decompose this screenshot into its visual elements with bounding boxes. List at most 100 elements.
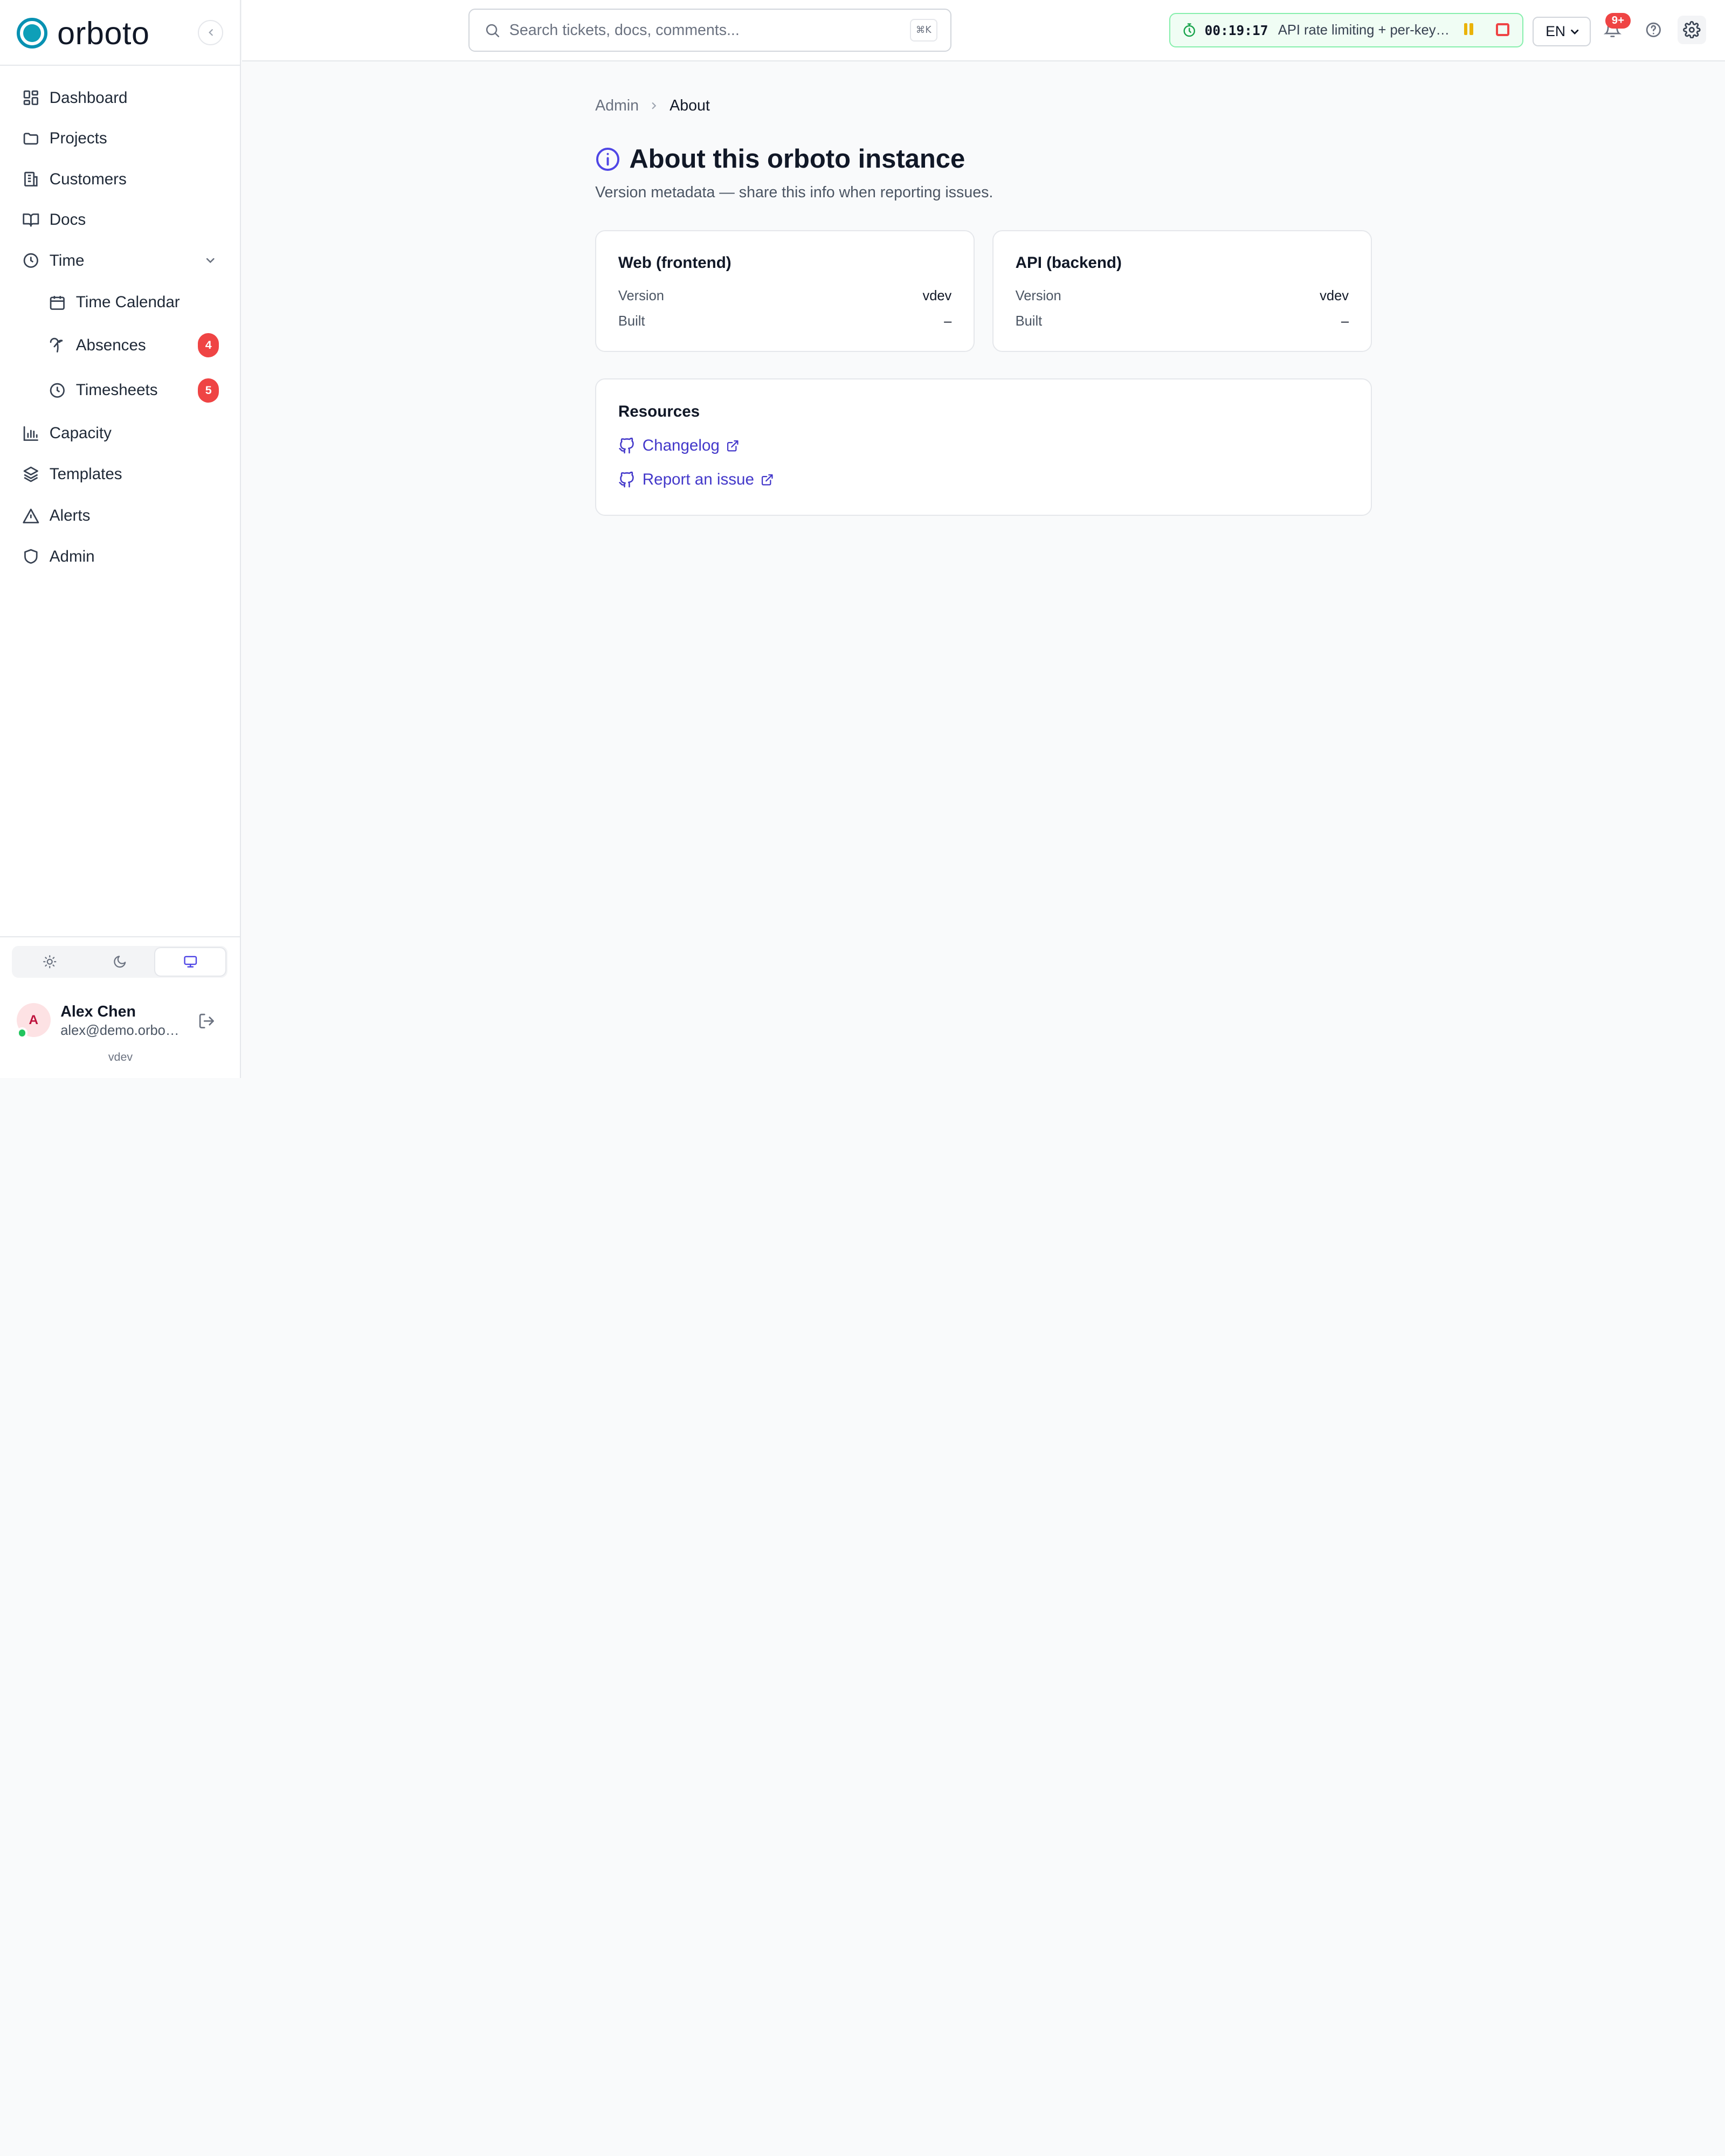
link-label: Changelog: [642, 437, 720, 455]
external-link-icon: [726, 439, 739, 452]
sidebar-item-templates[interactable]: Templates: [13, 455, 227, 493]
sidebar-item-timesheets[interactable]: Timesheets 5: [39, 372, 227, 409]
page-title: About this orboto instance: [595, 144, 965, 174]
sidebar-item-label: Time: [49, 251, 85, 270]
app-root: orboto Dashboard Projects Customers Docs…: [0, 0, 1725, 1078]
github-icon: [618, 437, 635, 454]
theme-system-button[interactable]: [155, 948, 226, 976]
sidebar-item-dashboard[interactable]: Dashboard: [13, 79, 227, 116]
sidebar-item-label: Admin: [49, 547, 95, 565]
breadcrumb-current: About: [670, 96, 710, 114]
sidebar-item-time[interactable]: Time: [13, 242, 227, 279]
sidebar-item-alerts[interactable]: Alerts: [13, 497, 227, 534]
logout-icon: [199, 1013, 215, 1028]
web-frontend-card: Web (frontend) Version vdev Built –: [595, 230, 975, 353]
link-label: Report an issue: [642, 471, 754, 489]
sidebar-item-label: Time Calendar: [75, 293, 180, 312]
help-button[interactable]: [1645, 21, 1662, 39]
theme-light-button[interactable]: [15, 948, 85, 976]
github-icon: [618, 472, 635, 488]
clock-icon: [49, 382, 66, 399]
timesheets-count-badge: 5: [198, 378, 219, 403]
running-timer[interactable]: 00:19:17 API rate limiting + per-key quo…: [1169, 13, 1524, 47]
card-title: API (backend): [1015, 254, 1122, 272]
book-icon: [22, 211, 40, 229]
online-status-dot: [16, 1027, 28, 1039]
sidebar-item-time-calendar[interactable]: Time Calendar: [39, 284, 227, 321]
chevron-down-icon: [204, 253, 217, 271]
page-subtitle: Version metadata — share this info when …: [595, 183, 993, 201]
language-value: EN: [1545, 23, 1566, 39]
sidebar-item-admin[interactable]: Admin: [13, 538, 227, 575]
sidebar-item-label: Absences: [75, 336, 146, 354]
api-backend-card: API (backend) Version vdev Built –: [992, 230, 1372, 353]
building-icon: [22, 170, 40, 188]
pause-timer-button[interactable]: [1464, 23, 1473, 36]
changelog-link[interactable]: Changelog: [618, 437, 740, 455]
global-search[interactable]: ⌘K: [468, 9, 952, 52]
search-input[interactable]: [509, 21, 895, 39]
resources-card: Resources Changelog Report an issue: [595, 378, 1372, 516]
folder-icon: [22, 130, 40, 148]
moon-icon: [114, 956, 126, 968]
brand-logo[interactable]: orboto: [16, 15, 150, 51]
sidebar-item-label: Projects: [49, 129, 107, 148]
user-name: Alex Chen: [60, 1003, 136, 1021]
sidebar-item-label: Docs: [49, 211, 86, 229]
sidebar: orboto Dashboard Projects Customers Docs…: [0, 0, 241, 1078]
chevron-down-icon: [1569, 25, 1581, 42]
shield-icon: [22, 548, 40, 565]
external-link-icon: [761, 473, 774, 486]
language-select[interactable]: EN: [1532, 16, 1591, 46]
breadcrumb: Admin About: [595, 97, 710, 115]
built-label: Built: [618, 313, 645, 329]
theme-switcher: [12, 946, 228, 978]
help-circle-icon: [1646, 22, 1661, 37]
sidebar-item-label: Templates: [49, 465, 122, 483]
settings-button[interactable]: [1678, 15, 1707, 44]
collapse-sidebar-button[interactable]: [198, 19, 224, 45]
logout-button[interactable]: [198, 1012, 216, 1034]
user-email: alex@demo.orboto.io: [60, 1022, 182, 1038]
search-shortcut-hint: ⌘K: [909, 18, 937, 42]
orboto-logo-icon: [16, 17, 47, 49]
chevron-right-icon: [648, 100, 659, 111]
sidebar-item-label: Dashboard: [49, 88, 128, 107]
dashboard-icon: [22, 89, 40, 107]
theme-dark-button[interactable]: [85, 948, 155, 976]
bar-chart-icon: [22, 425, 40, 443]
built-value: –: [1341, 313, 1349, 329]
sidebar-item-absences[interactable]: Absences 4: [39, 327, 227, 364]
notifications-badge: 9+: [1605, 13, 1631, 29]
user-profile[interactable]: A Alex Chen alex@demo.orboto.io: [16, 1003, 231, 1040]
web-built-row: Built –: [618, 314, 951, 329]
breadcrumb-admin-link[interactable]: Admin: [595, 97, 639, 115]
sidebar-item-label: Customers: [49, 170, 127, 188]
monitor-icon: [184, 956, 197, 968]
stopwatch-icon: [1182, 23, 1197, 38]
clock-icon: [22, 252, 40, 270]
built-value: –: [944, 313, 952, 329]
alert-triangle-icon: [22, 507, 40, 525]
version-value: vdev: [922, 288, 952, 303]
page-heading: About this orboto instance: [629, 144, 965, 174]
sun-icon: [43, 955, 56, 969]
sidebar-item-projects[interactable]: Projects: [13, 120, 227, 157]
sidebar-item-customers[interactable]: Customers: [13, 161, 227, 198]
version-label: Version: [618, 288, 664, 303]
card-title: Web (frontend): [618, 254, 732, 272]
timer-elapsed: 00:19:17: [1204, 22, 1268, 38]
report-issue-link[interactable]: Report an issue: [618, 471, 774, 489]
sidebar-item-label: Timesheets: [75, 381, 158, 399]
app-version: vdev: [108, 1050, 133, 1063]
stop-timer-button[interactable]: [1496, 23, 1509, 37]
gear-icon: [1683, 20, 1701, 39]
timer-task-label: API rate limiting + per-key quotas: [1278, 22, 1450, 38]
chevron-left-icon: [208, 29, 213, 36]
web-version-row: Version vdev: [618, 288, 951, 304]
version-value: vdev: [1320, 288, 1349, 303]
sidebar-item-capacity[interactable]: Capacity: [13, 414, 227, 452]
sidebar-item-docs[interactable]: Docs: [13, 201, 227, 238]
sidebar-divider: [0, 65, 240, 66]
built-label: Built: [1015, 313, 1043, 329]
